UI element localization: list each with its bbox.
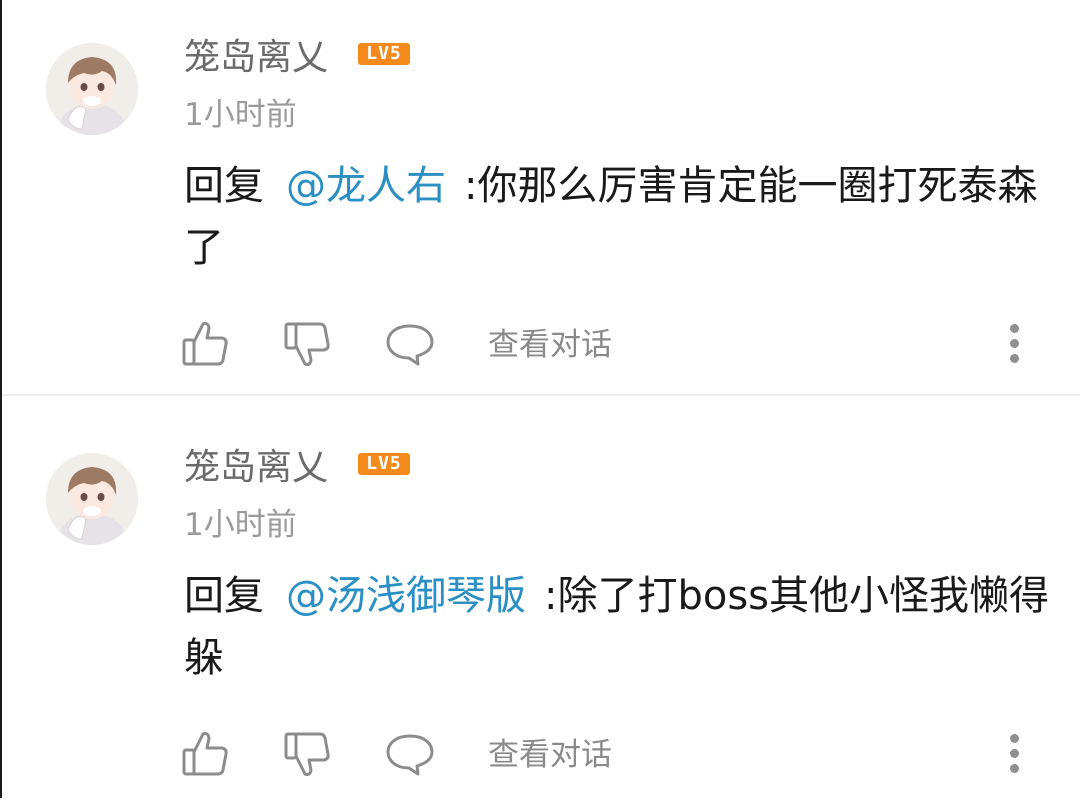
comment-item: 笼岛离乂 LV5 1小时前 回复 @龙人右:你那么厉害肯定能一圈打死泰森了 查看对… — [0, 0, 1080, 399]
more-vertical-icon[interactable] — [1000, 730, 1030, 778]
mention-link[interactable]: @汤浅御琴版 — [286, 573, 526, 619]
reply-separator: : — [464, 163, 478, 209]
comment-content: 回复 @汤浅御琴版:除了打boss其他小怪我懒得躲 — [184, 565, 1064, 689]
comment-actions: 查看对话 — [0, 726, 1080, 782]
view-conversation-button[interactable]: 查看对话 — [488, 734, 612, 776]
dislike-icon[interactable] — [280, 726, 336, 782]
view-conversation-button[interactable]: 查看对话 — [488, 324, 612, 366]
comment-item: 笼岛离乂 LV5 1小时前 回复 @汤浅御琴版:除了打boss其他小怪我懒得躲 查… — [0, 410, 1080, 809]
avatar[interactable] — [46, 453, 138, 545]
comment-icon[interactable] — [382, 726, 438, 782]
comment-timestamp: 1小时前 — [184, 97, 297, 133]
reply-separator: : — [544, 573, 558, 619]
like-icon[interactable] — [178, 316, 234, 372]
reply-prefix: 回复 — [184, 573, 264, 619]
more-vertical-icon[interactable] — [1000, 320, 1030, 368]
avatar[interactable] — [46, 43, 138, 135]
comment-timestamp: 1小时前 — [184, 507, 297, 543]
comment-divider — [2, 394, 1080, 396]
comment-content: 回复 @龙人右:你那么厉害肯定能一圈打死泰森了 — [184, 155, 1064, 279]
like-icon[interactable] — [178, 726, 234, 782]
username[interactable]: 笼岛离乂 — [184, 446, 328, 490]
comment-icon[interactable] — [382, 316, 438, 372]
level-badge: LV5 — [358, 43, 410, 65]
level-badge: LV5 — [358, 453, 410, 475]
dislike-icon[interactable] — [280, 316, 336, 372]
mention-link[interactable]: @龙人右 — [286, 163, 446, 209]
username[interactable]: 笼岛离乂 — [184, 36, 328, 80]
reply-prefix: 回复 — [184, 163, 264, 209]
comment-actions: 查看对话 — [0, 316, 1080, 372]
